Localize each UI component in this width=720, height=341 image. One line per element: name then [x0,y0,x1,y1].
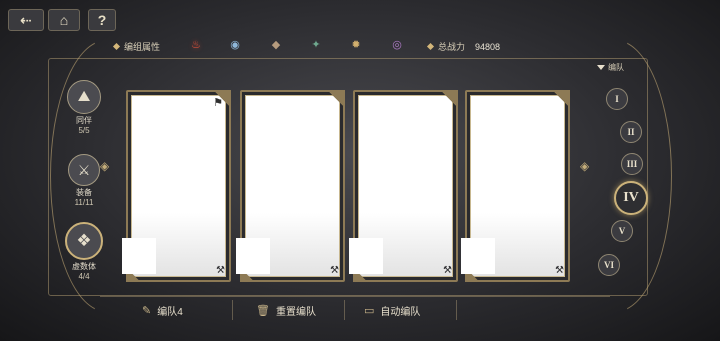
team-slot-3[interactable]: ⚒ [349,90,458,282]
sidebar-item-companions[interactable]: ⛰ 同伴 5/5 [48,80,120,136]
team-slot-4[interactable]: ⚒ [461,90,570,282]
dark-icon[interactable]: ◎ [389,36,405,52]
trash-icon: 🗑 [256,304,270,317]
power-label: 总战力 [438,42,466,52]
divider [344,300,345,320]
team-name: 编队4 [157,306,183,318]
level-badge [236,238,270,274]
divider [232,300,233,320]
reset-team-button[interactable]: 🗑 重置编队 [256,302,316,318]
sidebar-item-label: 虚数体 [72,262,96,271]
auto-label: 自动编队 [380,306,421,318]
team-tab-6[interactable]: VI [598,254,620,276]
right-diamond-ornament: ◈ [580,159,590,173]
power-value: 94808 [475,41,501,52]
help-button[interactable]: ? [88,9,116,31]
reset-label: 重置编队 [275,306,316,318]
sidebar-item-count: 5/5 [78,126,90,135]
left-diamond-ornament: ◈ [100,159,110,173]
wrench-icon[interactable]: ⚒ [216,265,225,276]
back-arrow-icon: ⇠ [20,11,32,28]
auto-team-button[interactable]: ▭ 自动编队 [364,302,420,318]
team-tab-5[interactable]: V [611,220,633,242]
card-corner [323,90,345,112]
light-icon[interactable]: ✹ [348,36,364,52]
monitor-icon: ▭ [364,304,375,317]
total-power: 总战力 94808 [426,40,501,53]
level-badge [349,238,383,274]
sidebar-item-label: 同伴 [76,116,92,125]
level-badge [461,238,495,274]
team-header-label: 编队 [608,63,624,72]
team-tab-2[interactable]: II [620,121,642,143]
earth-icon[interactable]: ◆ [268,36,284,52]
team-tab-1[interactable]: I [606,88,628,110]
pen-icon: ✎ [142,304,152,317]
card-corner [548,90,570,112]
team-header: 编队 [597,62,624,73]
sidebar-item-imaginary[interactable]: ❖ 虚数体 4/4 [48,222,120,282]
water-icon[interactable]: ◉ [227,36,243,52]
diamond-icon [426,42,435,51]
back-button[interactable]: ⇠ [8,9,44,31]
team-tab-3[interactable]: III [621,153,643,175]
attribute-label-row: 编组属性 [112,37,161,55]
companion-icon: ⛰ [67,80,101,114]
wind-icon[interactable]: ✦ [308,36,324,52]
sidebar-item-label: 装备 [76,188,92,197]
bottom-divider [100,296,610,297]
imaginary-icon: ❖ [65,222,103,260]
attribute-label: 编组属性 [124,41,161,52]
team-slot-1[interactable]: ⚑ ⚒ [122,90,231,282]
divider [456,300,457,320]
wrench-icon[interactable]: ⚒ [443,265,452,276]
leader-flag-icon: ⚑ [213,97,223,109]
home-button[interactable]: ⌂ [48,9,80,31]
wrench-icon[interactable]: ⚒ [330,265,339,276]
fire-icon[interactable]: ♨ [188,36,204,52]
home-icon: ⌂ [59,12,69,28]
team-tab-4[interactable]: IV [614,181,648,215]
sidebar-item-count: 11/11 [74,198,94,207]
level-badge [122,238,156,274]
help-icon: ? [97,12,107,28]
caret-down-icon [597,65,605,70]
rename-team-button[interactable]: ✎ 编队4 [142,302,183,318]
diamond-icon [112,42,121,50]
equipment-icon: ⚔ [68,154,100,186]
sidebar-item-count: 4/4 [78,272,90,281]
card-corner [436,90,458,112]
wrench-icon[interactable]: ⚒ [555,265,564,276]
team-slot-2[interactable]: ⚒ [236,90,345,282]
